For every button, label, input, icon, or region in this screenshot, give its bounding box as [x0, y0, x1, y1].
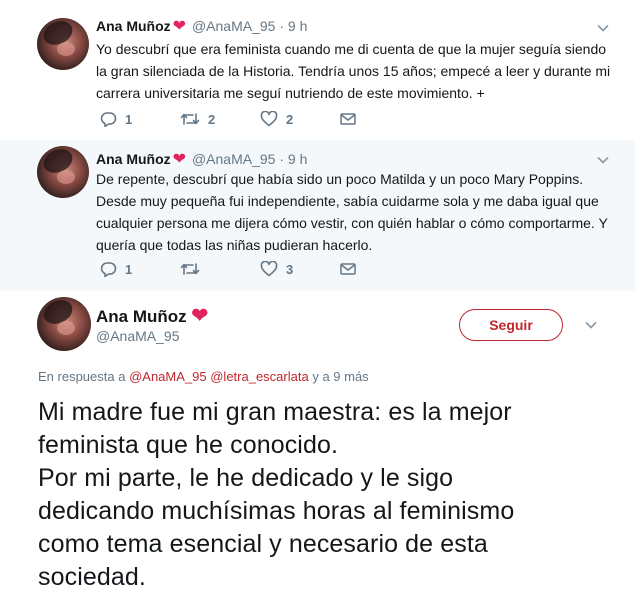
tweet-text-line: dedicando muchísimas horas al feminismo [38, 497, 515, 525]
heart-outline-icon [260, 111, 278, 127]
like-count: 2 [286, 111, 294, 127]
main-tweet-header: Ana Muñoz ❤ @AnaMA_95 Seguir [0, 291, 635, 371]
author-name[interactable]: Ana Muñoz [96, 307, 187, 326]
reply-count: 1 [125, 261, 133, 277]
heart-emoji-icon: ❤ [191, 305, 209, 327]
retweet-button[interactable]: 2 [180, 111, 260, 127]
thread-tweet-1[interactable]: Ana Muñoz ❤ @AnaMA_95 · 9 h Yo descubrí q… [0, 0, 635, 140]
like-button[interactable]: 2 [260, 111, 340, 127]
reply-mention-link[interactable]: @letra_escarlata [210, 369, 308, 384]
main-author-name-row[interactable]: Ana Muñoz ❤ [96, 303, 208, 328]
retweet-button[interactable] [180, 261, 260, 277]
reply-icon [100, 112, 117, 127]
tweet-text-line: Mi madre fue mi gran maestra: es la mejo… [38, 398, 512, 426]
separator-dot: · [279, 151, 284, 167]
separator-dot: · [279, 18, 284, 34]
reply-prefix: En respuesta a [38, 369, 126, 384]
retweet-icon [180, 113, 200, 125]
like-count: 3 [286, 261, 294, 277]
author-name[interactable]: Ana Muñoz [96, 151, 171, 167]
main-tweet-text: Mi madre fue mi gran maestra: es la mejo… [38, 396, 598, 590]
tweet-text-line: feminista que he conocido. [38, 431, 339, 459]
avatar[interactable] [37, 18, 89, 70]
thread-tweet-2[interactable]: Ana Muñoz ❤ @AnaMA_95 · 9 h De repente, d… [0, 140, 635, 291]
tweet-text-line: como tema esencial y necesario de esta [38, 530, 488, 558]
chevron-down-icon[interactable] [597, 154, 609, 166]
heart-emoji-icon: ❤ [172, 151, 187, 168]
timestamp[interactable]: 9 h [288, 18, 307, 34]
author-handle[interactable]: @AnaMA_95 [96, 328, 179, 344]
tweet-actions: 1 3 [100, 261, 370, 277]
reply-count: 1 [125, 111, 133, 127]
avatar[interactable] [37, 297, 91, 351]
follow-button[interactable]: Seguir [459, 309, 563, 341]
chevron-down-icon[interactable] [585, 319, 597, 331]
chevron-down-icon[interactable] [597, 22, 609, 34]
tweet-header: Ana Muñoz ❤ @AnaMA_95 · 9 h [96, 16, 307, 36]
reply-button[interactable]: 1 [100, 261, 180, 277]
envelope-icon [340, 113, 356, 125]
reply-icon [100, 262, 117, 277]
timestamp[interactable]: 9 h [288, 151, 307, 167]
message-button[interactable] [340, 262, 370, 276]
author-handle[interactable]: @AnaMA_95 [192, 18, 275, 34]
retweet-icon [180, 263, 200, 275]
heart-emoji-icon: ❤ [172, 18, 187, 35]
reply-suffix-link[interactable]: y a 9 más [312, 369, 368, 384]
tweet-text: De repente, descubrí que había sido un p… [96, 171, 608, 253]
reply-context: En respuesta a @AnaMA_95 @letra_escarlat… [38, 369, 369, 384]
author-name[interactable]: Ana Muñoz [96, 18, 171, 34]
envelope-icon [340, 263, 356, 275]
tweet-text-line: Por mi parte, le he dedicado y le sigo [38, 464, 454, 492]
like-button[interactable]: 3 [260, 261, 340, 277]
tweet-actions: 1 2 2 [100, 111, 370, 127]
reply-mention-link[interactable]: @AnaMA_95 [129, 369, 207, 384]
avatar[interactable] [37, 146, 89, 198]
heart-outline-icon [260, 261, 278, 277]
message-button[interactable] [340, 112, 370, 126]
retweet-count: 2 [208, 111, 216, 127]
author-handle[interactable]: @AnaMA_95 [192, 151, 275, 167]
reply-button[interactable]: 1 [100, 111, 180, 127]
tweet-header: Ana Muñoz ❤ @AnaMA_95 · 9 h [96, 149, 307, 169]
tweet-text-line: sociedad. [38, 563, 146, 590]
tweet-text: Yo descubrí que era feminista cuando me … [96, 41, 611, 101]
